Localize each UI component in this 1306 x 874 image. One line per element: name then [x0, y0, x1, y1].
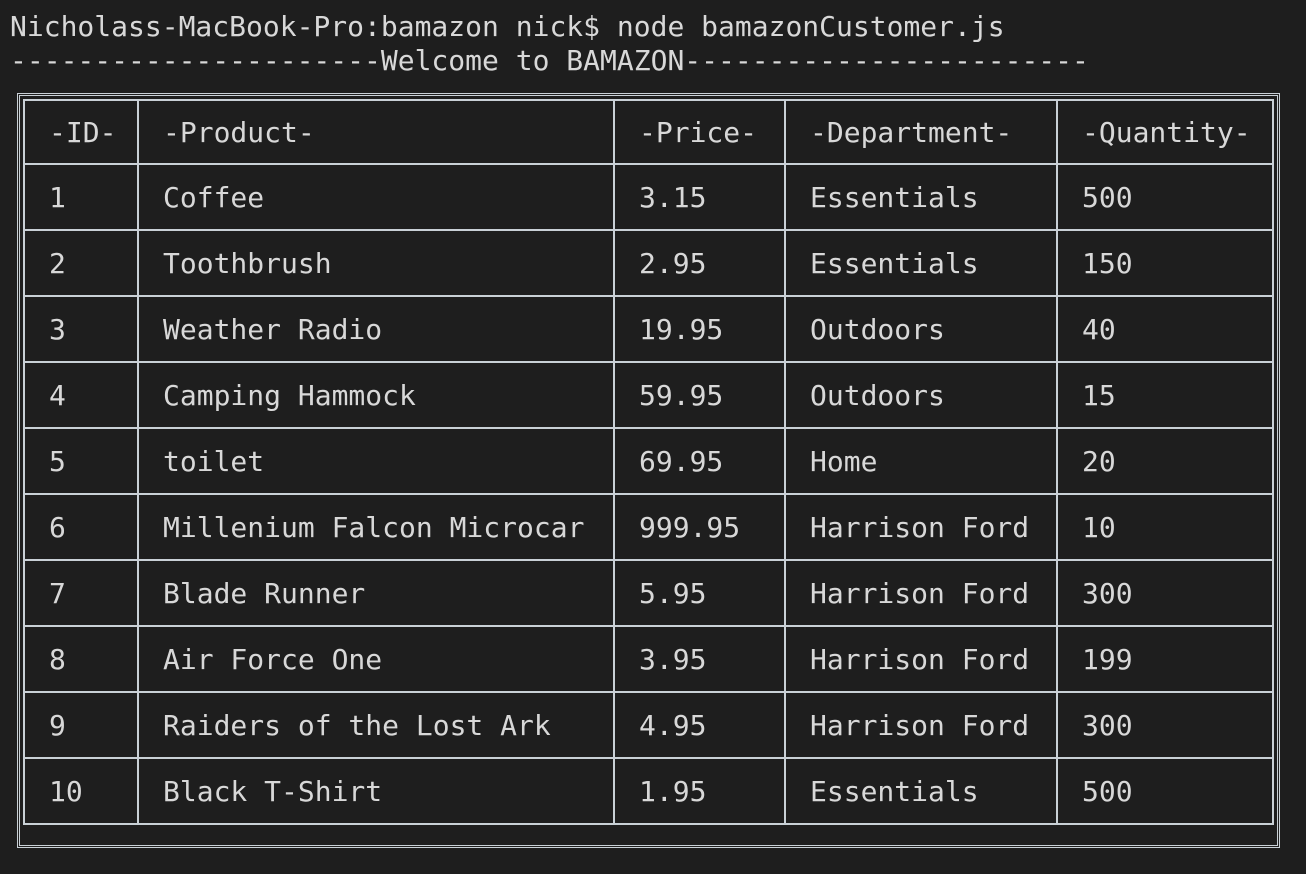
cell-department: Outdoors [784, 295, 1058, 363]
cell-price: 4.95 [613, 691, 786, 759]
column-header-department: -Department- [784, 99, 1058, 165]
cell-id: 1 [23, 163, 139, 231]
table-row: 1 Coffee 3.15 Essentials 500 [23, 163, 1274, 231]
cell-department: Harrison Ford [784, 493, 1058, 561]
cell-quantity: 40 [1056, 295, 1274, 363]
command-prompt-line: Nicholass-MacBook-Pro:bamazon nick$ node… [10, 10, 1005, 43]
cell-product: Weather Radio [137, 295, 615, 363]
cell-product: Raiders of the Lost Ark [137, 691, 615, 759]
cell-quantity: 199 [1056, 625, 1274, 693]
table-row: 10 Black T-Shirt 1.95 Essentials 500 [23, 757, 1274, 825]
cell-product: Coffee [137, 163, 615, 231]
table-row: 8 Air Force One 3.95 Harrison Ford 199 [23, 625, 1274, 693]
cell-product: Toothbrush [137, 229, 615, 297]
cell-department: Essentials [784, 163, 1058, 231]
cell-id: 7 [23, 559, 139, 627]
column-header-price: -Price- [613, 99, 786, 165]
products-table: -ID- -Product- -Price- -Department- -Quantit… [23, 99, 1274, 825]
cell-price: 999.95 [613, 493, 786, 561]
cell-price: 3.15 [613, 163, 786, 231]
cell-quantity: 20 [1056, 427, 1274, 495]
table-row: 7 Blade Runner 5.95 Harrison Ford 300 [23, 559, 1274, 627]
cell-price: 59.95 [613, 361, 786, 429]
table-row: 6 Millenium Falcon Microcar 999.95 Harrison… [23, 493, 1274, 561]
cell-quantity: 500 [1056, 757, 1274, 825]
cell-id: 5 [23, 427, 139, 495]
cell-price: 5.95 [613, 559, 786, 627]
table-header-row: -ID- -Product- -Price- -Department- -Quantit… [23, 99, 1274, 165]
cell-price: 69.95 [613, 427, 786, 495]
cell-product: Black T-Shirt [137, 757, 615, 825]
cell-product: Millenium Falcon Microcar [137, 493, 615, 561]
cell-quantity: 300 [1056, 691, 1274, 759]
cell-department: Outdoors [784, 361, 1058, 429]
welcome-banner: ----------------------Welcome to BAMAZON… [10, 44, 1089, 77]
cell-quantity: 10 [1056, 493, 1274, 561]
cell-id: 2 [23, 229, 139, 297]
cell-quantity: 500 [1056, 163, 1274, 231]
column-header-quantity: -Quantity- [1056, 99, 1274, 165]
cell-quantity: 150 [1056, 229, 1274, 297]
table-row: 2 Toothbrush 2.95 Essentials 150 [23, 229, 1274, 297]
cell-id: 4 [23, 361, 139, 429]
cell-id: 10 [23, 757, 139, 825]
column-header-id: -ID- [23, 99, 139, 165]
cell-department: Home [784, 427, 1058, 495]
cell-product: toilet [137, 427, 615, 495]
cell-id: 8 [23, 625, 139, 693]
cell-price: 1.95 [613, 757, 786, 825]
column-header-product: -Product- [137, 99, 615, 165]
cell-quantity: 15 [1056, 361, 1274, 429]
table-row: 5 toilet 69.95 Home 20 [23, 427, 1274, 495]
cell-id: 3 [23, 295, 139, 363]
table-row: 3 Weather Radio 19.95 Outdoors 40 [23, 295, 1274, 363]
cell-department: Harrison Ford [784, 625, 1058, 693]
cell-price: 19.95 [613, 295, 786, 363]
cell-price: 3.95 [613, 625, 786, 693]
cell-price: 2.95 [613, 229, 786, 297]
table-row: 9 Raiders of the Lost Ark 4.95 Harrison For… [23, 691, 1274, 759]
products-table-frame: -ID- -Product- -Price- -Department- -Quantit… [17, 93, 1280, 848]
cell-id: 6 [23, 493, 139, 561]
cell-id: 9 [23, 691, 139, 759]
cell-department: Essentials [784, 229, 1058, 297]
cell-department: Harrison Ford [784, 691, 1058, 759]
cell-product: Air Force One [137, 625, 615, 693]
cell-department: Essentials [784, 757, 1058, 825]
cell-quantity: 300 [1056, 559, 1274, 627]
cell-department: Harrison Ford [784, 559, 1058, 627]
cell-product: Blade Runner [137, 559, 615, 627]
table-row: 4 Camping Hammock 59.95 Outdoors 15 [23, 361, 1274, 429]
cell-product: Camping Hammock [137, 361, 615, 429]
